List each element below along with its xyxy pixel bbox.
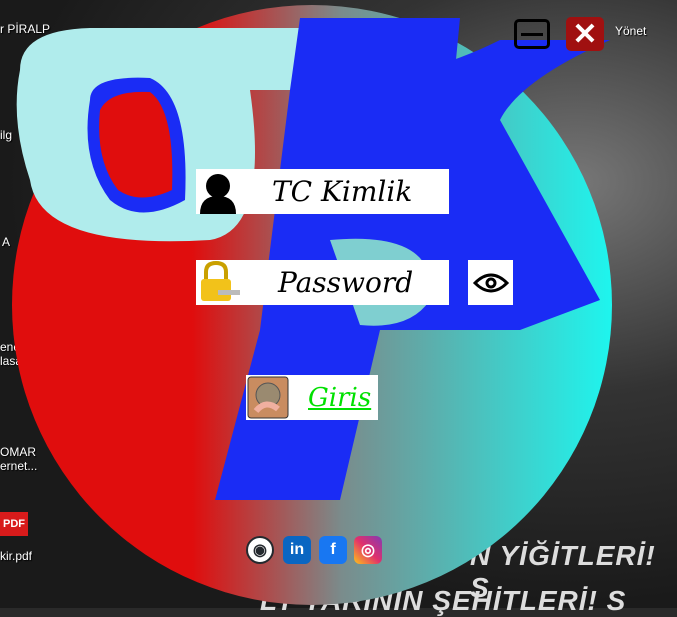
password-placeholder: Password: [278, 266, 414, 299]
user-icon: [200, 174, 236, 214]
show-password-button[interactable]: [468, 260, 513, 305]
eye-icon: [472, 273, 509, 292]
close-button[interactable]: ✕: [566, 17, 604, 51]
password-input[interactable]: Password: [196, 260, 449, 305]
facebook-icon[interactable]: f: [319, 536, 347, 564]
lock-icon: [201, 260, 240, 301]
login-button[interactable]: Giris: [246, 375, 378, 420]
github-icon[interactable]: ◉: [246, 536, 274, 564]
login-label: Giris: [308, 382, 372, 413]
minimize-button[interactable]: [514, 19, 550, 49]
close-icon: ✕: [572, 17, 598, 51]
linkedin-icon[interactable]: in: [283, 536, 311, 564]
tc-kimlik-placeholder: TC Kimlik: [272, 175, 413, 208]
tc-kimlik-input[interactable]: TC Kimlik: [196, 169, 449, 214]
door-knock-icon: [247, 376, 289, 419]
minimize-icon: [521, 32, 543, 36]
instagram-icon[interactable]: ◎: [354, 536, 382, 564]
